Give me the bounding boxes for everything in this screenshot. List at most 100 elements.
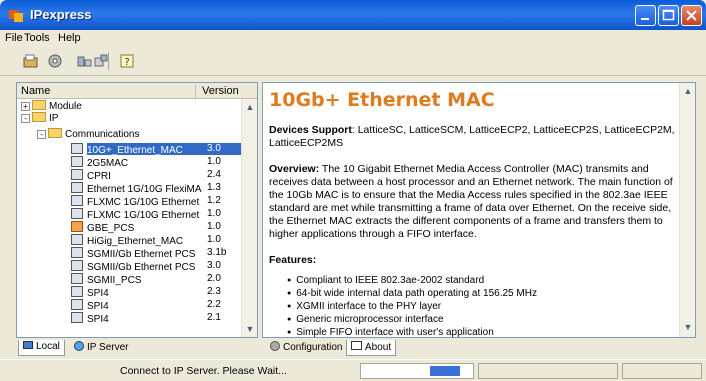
tree-item-ip[interactable]: - IP <box>21 112 58 124</box>
tree-item-spi4-1[interactable]: SPI4 <box>71 286 109 299</box>
core-icon <box>71 299 83 310</box>
computer-icon <box>23 341 33 349</box>
tree-item-ethernet-flexi[interactable]: Ethernet 1G/10G FlexiMA <box>71 182 202 195</box>
menu-help[interactable]: Help <box>58 32 81 44</box>
minimize-button[interactable] <box>635 5 656 26</box>
tree-item-version: 3.0 <box>207 260 221 271</box>
menu-tools[interactable]: Tools <box>24 32 50 44</box>
scroll-up-icon[interactable]: ▲ <box>244 101 256 113</box>
settings-icon[interactable] <box>46 52 64 70</box>
tree-item-version: 1.0 <box>207 208 221 219</box>
feature-item: Generic microprocessor interface <box>287 314 443 325</box>
devices-support: Devices Support: LatticeSC, LatticeSCM, … <box>269 124 675 149</box>
app-icon <box>9 10 23 22</box>
folder-open-icon <box>48 128 62 138</box>
status-bar: Connect to IP Server. Please Wait... <box>0 359 706 381</box>
tree-item-version: 1.0 <box>207 234 221 245</box>
scroll-down-icon[interactable]: ▼ <box>682 321 694 333</box>
toolbar-separator <box>108 52 109 70</box>
tree-item-cpri[interactable]: CPRI <box>71 169 111 182</box>
features-heading: Features: <box>269 254 317 266</box>
core-icon <box>71 312 83 323</box>
core-icon <box>71 195 83 206</box>
feature-item: Simple FIFO interface with user's applic… <box>287 327 494 337</box>
toolbar: ? <box>0 46 706 76</box>
maximize-icon <box>662 9 675 21</box>
open-icon[interactable] <box>22 52 40 70</box>
tab-about[interactable]: About <box>346 340 397 356</box>
progress-fill <box>430 366 460 376</box>
tree-item-sgmii-pcs-3[interactable]: SGMII_PCS <box>71 273 141 286</box>
tree-item-version: 2.4 <box>207 169 221 180</box>
tree-item-gbe-pcs[interactable]: GBE_PCS <box>71 221 134 234</box>
maximize-button[interactable] <box>658 5 679 26</box>
gear-icon <box>270 341 280 351</box>
core-alert-icon <box>71 221 83 232</box>
content-scrollbar[interactable]: ▲ ▼ <box>679 83 695 337</box>
feature-item: XGMII interface to the PHY layer <box>287 301 441 312</box>
tree-item-version: 2.1 <box>207 312 221 323</box>
core-icon <box>71 273 83 284</box>
scroll-up-icon[interactable]: ▲ <box>682 85 694 97</box>
status-cell <box>478 363 618 379</box>
tree-item-2g5mac[interactable]: 2G5MAC <box>71 156 128 169</box>
collapse-icon[interactable]: - <box>21 114 30 123</box>
tab-configuration[interactable]: Configuration <box>266 340 346 356</box>
title-bar[interactable]: IPexpress <box>0 0 706 30</box>
help-icon[interactable]: ? <box>118 52 136 70</box>
tree-item-10g-ethernet-mac[interactable]: 10G+_Ethernet_MAC <box>71 143 183 156</box>
tree-item-flxmc-1[interactable]: FLXMC 1G/10G Ethernet <box>71 195 199 208</box>
scroll-down-icon[interactable]: ▼ <box>244 323 256 335</box>
column-header-version[interactable]: Version <box>195 85 239 99</box>
tree-item-version: 1.0 <box>207 156 221 167</box>
collapse-icon[interactable]: - <box>37 130 46 139</box>
core-icon <box>71 260 83 271</box>
close-icon <box>686 10 697 21</box>
tree-header: Name Version <box>17 83 257 99</box>
column-header-name[interactable]: Name <box>21 85 50 97</box>
status-cell <box>622 363 702 379</box>
tree-item-version: 2.0 <box>207 273 221 284</box>
tree-item-sgmii-pcs-2[interactable]: SGMII/Gb Ethernet PCS <box>71 260 195 273</box>
tree-item-spi4-2[interactable]: SPI4 <box>71 299 109 312</box>
status-message: Connect to IP Server. Please Wait... <box>120 365 287 377</box>
core-icon <box>71 169 83 180</box>
tree-item-higig[interactable]: HiGig_Ethernet_MAC <box>71 234 183 247</box>
core-icon <box>71 247 83 258</box>
tree-item-communications[interactable]: - Communications <box>37 128 139 140</box>
folder-icon <box>32 100 46 110</box>
core-icon <box>71 156 83 167</box>
tree-item-version: 3.1b <box>207 247 227 258</box>
core-icon <box>71 286 83 297</box>
menu-bar: File Tools Help <box>0 30 706 46</box>
tab-local[interactable]: Local <box>18 340 65 356</box>
tree-item-sgmii-pcs-1[interactable]: SGMII/Gb Ethernet PCS <box>71 247 195 260</box>
core-icon <box>71 143 83 154</box>
tree-item-version: 1.2 <box>207 195 221 206</box>
minimize-icon <box>641 18 649 20</box>
tree-item-version: 2.3 <box>207 286 221 297</box>
ip-tree-pane: Name Version + Module - IP - Communications… <box>16 82 258 338</box>
svg-text:?: ? <box>124 57 129 68</box>
core-icon <box>71 182 83 193</box>
right-tab-strip: Configuration About <box>262 340 696 356</box>
tree-scrollbar[interactable]: ▲ ▼ <box>241 99 257 337</box>
tree-item-module[interactable]: + Module <box>21 100 82 112</box>
overview: Overview: The 10 Gigabit Ethernet Media … <box>269 163 673 240</box>
close-button[interactable] <box>681 5 702 26</box>
expand-icon[interactable]: + <box>21 102 30 111</box>
menu-file[interactable]: File <box>5 32 23 44</box>
tree-item-version: 2.2 <box>207 299 221 310</box>
left-tab-strip: Local IP Server <box>16 340 258 356</box>
tree-item-flxmc-2[interactable]: FLXMC 1G/10G Ethernet <box>71 208 199 221</box>
tree-item-version: 1.3 <box>207 182 221 193</box>
tree-item-version: 3.0 <box>207 143 221 154</box>
document-icon <box>351 341 362 350</box>
feature-item: Compliant to IEEE 802.3ae-2002 standard <box>287 275 484 286</box>
core-title: 10Gb+ Ethernet MAC <box>269 89 495 111</box>
progress-bar <box>360 363 474 379</box>
core-info-pane: 10Gb+ Ethernet MAC Devices Support: Latt… <box>262 82 696 338</box>
tree-item-spi4-3[interactable]: SPI4 <box>71 312 109 325</box>
tab-ip-server[interactable]: IP Server <box>70 340 133 356</box>
globe-icon <box>74 341 84 351</box>
